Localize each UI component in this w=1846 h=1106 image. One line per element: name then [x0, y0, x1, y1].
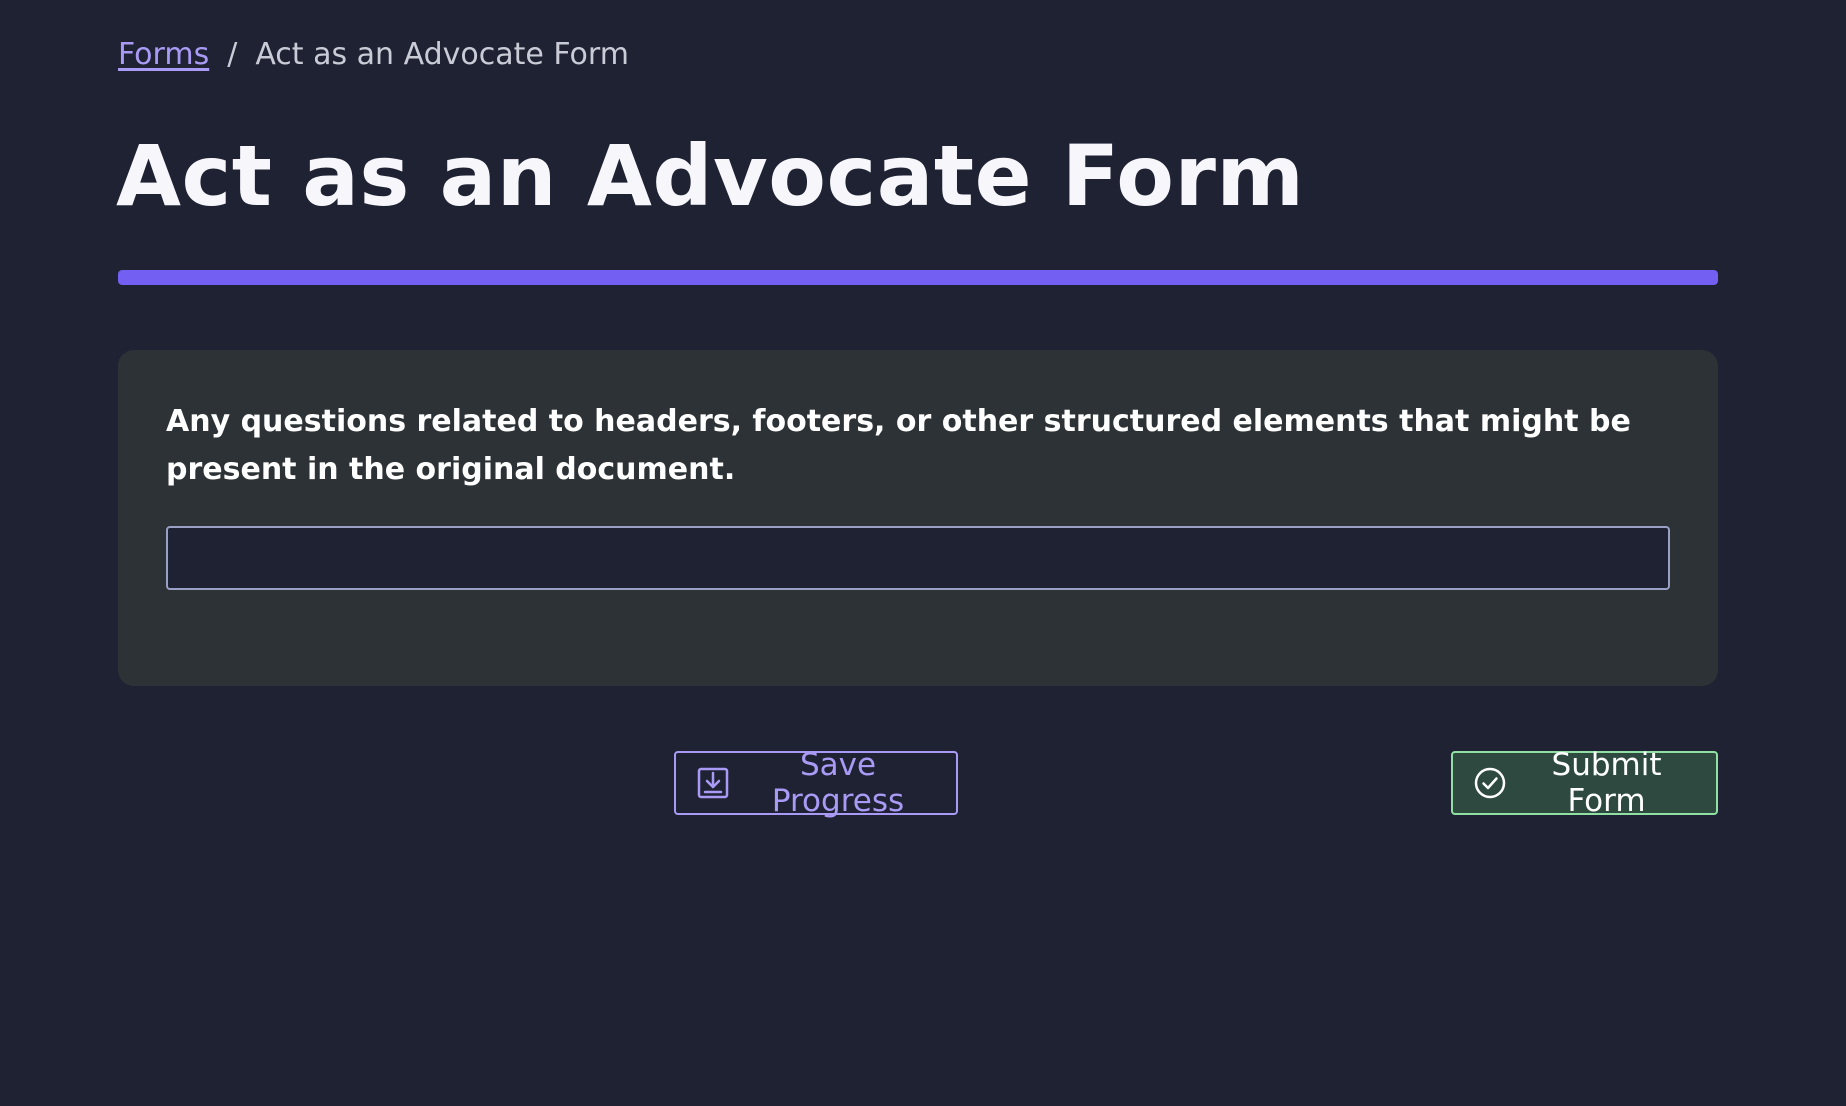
breadcrumb-link-forms[interactable]: Forms [118, 37, 209, 72]
save-progress-button[interactable]: Save Progress [674, 747, 958, 819]
submit-form-label: Submit Form [1551, 747, 1662, 819]
answer-input[interactable] [166, 526, 1670, 590]
save-progress-label: Save Progress [771, 747, 905, 819]
breadcrumb-current: Act as an Advocate Form [255, 36, 629, 72]
breadcrumb-separator: / [227, 36, 238, 72]
progress-bar-fill [118, 270, 1718, 285]
question-label: Any questions related to headers, footer… [166, 404, 1631, 487]
breadcrumb: Forms / Act as an Advocate Form [118, 34, 629, 74]
page-title: Act as an Advocate Form [116, 127, 1305, 225]
check-circle-icon [1474, 767, 1506, 799]
save-download-icon [697, 767, 729, 799]
question-card: Any questions related to headers, footer… [118, 350, 1718, 686]
form-page: Forms / Act as an Advocate Form Act as a… [0, 0, 1846, 1106]
progress-bar [118, 270, 1718, 285]
submit-form-button[interactable]: Submit Form [1451, 747, 1718, 819]
